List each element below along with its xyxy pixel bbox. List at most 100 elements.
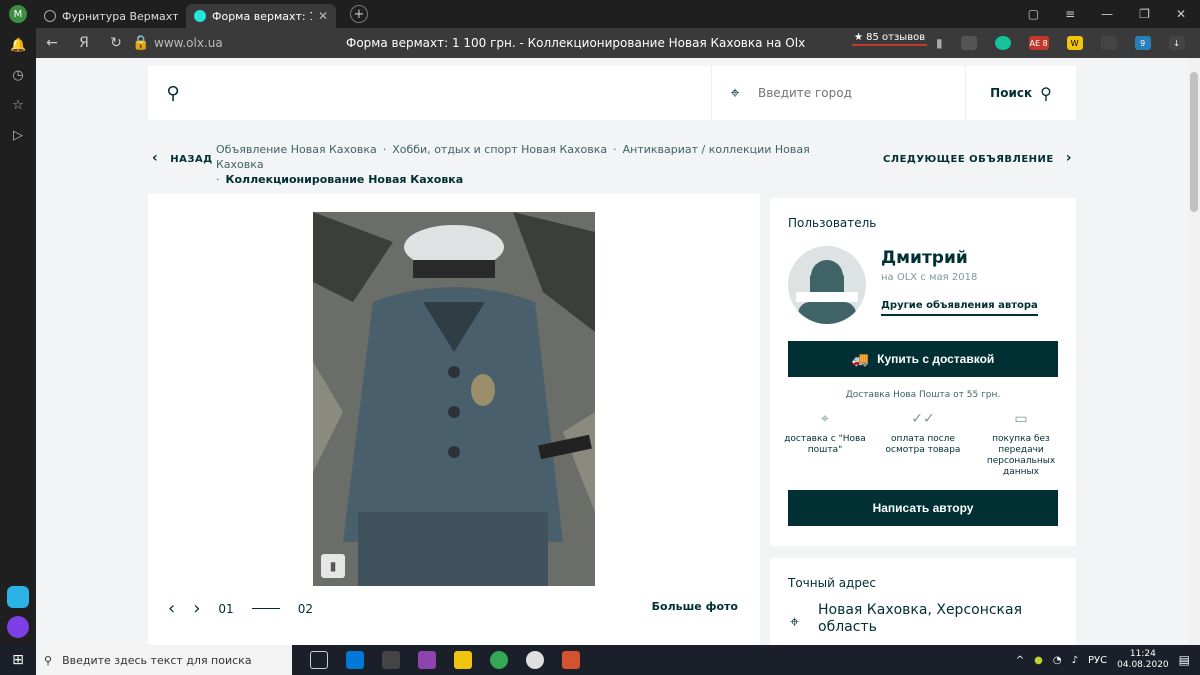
play-icon[interactable]: ▷	[10, 128, 26, 144]
check-icon: ✓✓	[911, 411, 935, 427]
alice-icon[interactable]	[7, 616, 29, 638]
taskbar-search-placeholder: Введите здесь текст для поиска	[62, 653, 252, 667]
new-tab-button[interactable]: +	[350, 5, 368, 23]
wifi-icon[interactable]: ◔	[1053, 655, 1062, 666]
clock-time: 11:24	[1129, 649, 1156, 659]
language-indicator[interactable]: РУС	[1088, 655, 1107, 666]
user-name: Дмитрий	[881, 248, 968, 268]
save-bookmark-button[interactable]: ▮	[321, 554, 345, 578]
yandex-icon[interactable]: Я	[68, 35, 100, 51]
grammarly-icon[interactable]	[994, 36, 1011, 50]
olx-favicon-icon	[194, 10, 206, 22]
menu-icon[interactable]: ≡	[1065, 7, 1075, 21]
page-scrollbar[interactable]	[1188, 58, 1200, 645]
browser-sidebar: 🔔 ◷ ☆ ▷	[0, 28, 36, 645]
grid-ext-icon[interactable]	[960, 36, 977, 50]
store-icon[interactable]	[382, 651, 400, 669]
chevron-right-icon: ›	[1065, 150, 1072, 166]
tray-app-icon[interactable]: ●	[1034, 655, 1043, 666]
windows-taskbar: ⊞ ⚲ Введите здесь текст для поиска ^ ● ◔…	[0, 645, 1200, 675]
volume-icon[interactable]: ♪	[1072, 655, 1078, 666]
window-controls: ▢ ≡ — ❐ ✕	[1028, 7, 1200, 21]
address-value: Новая Каховка, Херсонская область	[818, 602, 1023, 635]
back-label: НАЗАД	[170, 154, 213, 165]
user-card: Пользователь Дмитрий на OLX с мая 2018 Д…	[770, 198, 1076, 546]
clock[interactable]: 11:24 04.08.2020	[1117, 649, 1169, 671]
explorer-icon[interactable]	[454, 651, 472, 669]
history-icon[interactable]: ◷	[10, 68, 26, 84]
reviews-badge[interactable]: ★ 85 отзывов	[852, 32, 928, 46]
close-tab-icon[interactable]: ✕	[318, 9, 328, 23]
w-ext-icon[interactable]: W	[1066, 36, 1083, 50]
feature-pay-after: ✓✓ оплата после осмотра товара	[878, 411, 968, 456]
uniform-photo-illustration	[313, 212, 595, 586]
feature-no-personal-data: ▭ покупка без передачи персональных данн…	[976, 412, 1066, 478]
other-ads-link[interactable]: Другие объявления автора	[881, 300, 1038, 316]
scrollbar-thumb[interactable]	[1190, 72, 1198, 212]
lock-icon: 🔒	[132, 35, 150, 51]
url-field[interactable]: www.olx.ua	[154, 36, 223, 50]
ae-ext-icon[interactable]: AE 8	[1028, 36, 1049, 50]
close-window-icon[interactable]: ✕	[1176, 7, 1186, 21]
ext-icon[interactable]	[1100, 36, 1117, 50]
photo-divider	[251, 608, 280, 609]
buy-with-delivery-button[interactable]: 🚚 Купить с доставкой	[788, 341, 1058, 377]
breadcrumb-current[interactable]: Коллекционирование Новая Каховка	[226, 173, 464, 186]
more-photos-link[interactable]: Больше фото	[652, 600, 738, 613]
search-input[interactable]	[198, 66, 712, 120]
chrome-icon[interactable]	[490, 651, 508, 669]
address-bar: ← Я ↻ 🔒 www.olx.ua Форма вермахт: 1 100 …	[36, 28, 1200, 58]
next-ad-link[interactable]: СЛЕДУЮЩЕЕ ОБЪЯВЛЕНИЕ ›	[883, 150, 1072, 166]
feature-label: доставка с "Нова пошта"	[784, 434, 866, 455]
windows-start-icon[interactable]: ⊞	[0, 652, 36, 668]
sidebar-app-icon[interactable]	[7, 586, 29, 608]
location-pin-icon: ⌖	[821, 411, 829, 427]
mail-icon[interactable]	[346, 651, 364, 669]
search-bar: ⚲ ⌖ Поиск ⚲	[148, 66, 1076, 120]
tab-furnitura[interactable]: Фурнитура Вермахт 5 | RE	[36, 4, 186, 28]
media-icon[interactable]	[418, 651, 436, 669]
search-button[interactable]: Поиск ⚲	[966, 84, 1076, 103]
notifications-icon[interactable]: ▤	[1179, 653, 1190, 667]
breadcrumb-item[interactable]: Объявление Новая Каховка	[216, 143, 377, 156]
download-icon[interactable]: ↓	[1168, 36, 1185, 50]
prev-photo-button[interactable]: ‹	[168, 598, 175, 619]
search-button-label: Поиск	[990, 86, 1033, 100]
powerpoint-icon[interactable]	[562, 651, 580, 669]
location-pin-icon: ⌖	[730, 83, 740, 102]
tab-title: Фурнитура Вермахт 5 | RE	[62, 9, 178, 23]
restore-icon[interactable]: ❐	[1139, 7, 1150, 21]
ext-badge-icon[interactable]: 9	[1134, 36, 1151, 50]
next-photo-button[interactable]: ›	[193, 598, 200, 619]
feature-label: оплата после осмотра товара	[885, 434, 961, 455]
yandex-browser-icon[interactable]	[526, 651, 544, 669]
minimize-icon[interactable]: —	[1101, 7, 1113, 21]
breadcrumb-item[interactable]: Хобби, отдых и спорт Новая Каховка	[392, 143, 607, 156]
tab-olx[interactable]: Форма вермахт: 1 100 г ✕	[186, 4, 336, 28]
profile-avatar[interactable]: M	[9, 5, 27, 23]
taskbar-search[interactable]: ⚲ Введите здесь текст для поиска	[36, 645, 292, 675]
next-label: СЛЕДУЮЩЕЕ ОБЪЯВЛЕНИЕ	[882, 154, 1054, 165]
task-view-icon[interactable]	[310, 651, 328, 669]
write-author-button[interactable]: Написать автору	[788, 490, 1058, 526]
tabs-menu-icon[interactable]: ▢	[1028, 7, 1039, 21]
back-link[interactable]: ‹ НАЗАД	[152, 150, 213, 166]
city-input[interactable]	[758, 86, 948, 100]
search-icon: ⚲	[1040, 83, 1052, 103]
chevron-left-icon: ‹	[152, 150, 159, 166]
address-title: Точный адрес	[788, 576, 876, 590]
bell-icon[interactable]: 🔔	[10, 38, 26, 54]
extensions: ▮ AE 8 W 9 ↓	[936, 36, 1185, 50]
chevron-up-icon[interactable]: ^	[1016, 655, 1024, 666]
gallery-nav: ‹ › 01 02	[168, 598, 313, 619]
breadcrumb-list: Объявление Новая Каховка · Хобби, отдых и …	[216, 143, 810, 186]
product-photo[interactable]: ▮	[313, 212, 595, 586]
star-icon[interactable]: ☆	[10, 98, 26, 114]
back-icon[interactable]: ←	[36, 35, 68, 51]
photo-current: 01	[218, 601, 234, 616]
breadcrumb: ‹ НАЗАД Объявление Новая Каховка · Хобби, …	[148, 138, 1076, 186]
feature-nova-poshta: ⌖ доставка с "Нова пошта"	[780, 411, 870, 456]
bookmark-icon[interactable]: ▮	[936, 36, 943, 50]
photo-gallery: ▮ ‹ › 01 02 Больше фото	[148, 194, 760, 645]
reload-icon[interactable]: ↻	[100, 35, 132, 51]
